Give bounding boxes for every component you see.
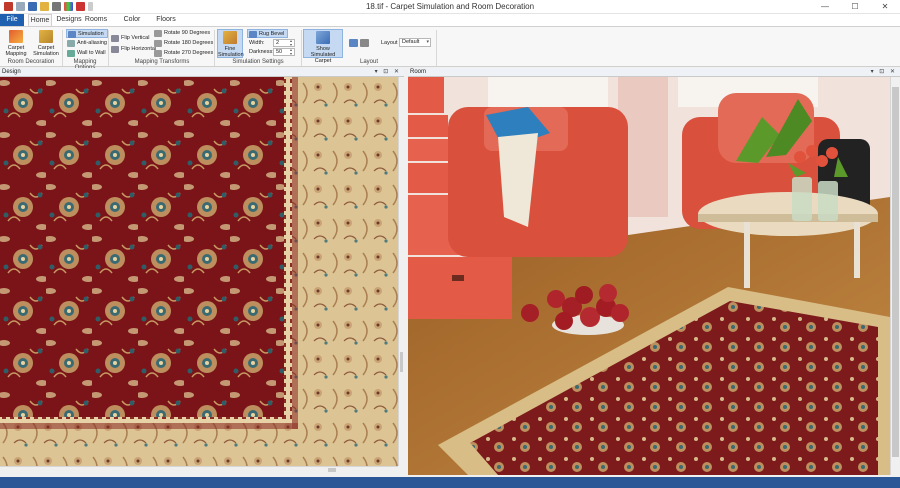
simulation-icon [68,31,76,38]
flip-horizontal-button[interactable]: Flip Horizontal [110,45,156,54]
layout-select[interactable]: Default ▾ [399,38,431,47]
design-canvas[interactable] [0,77,398,466]
anti-aliasing-toggle[interactable]: Anti-aliasing [66,39,107,48]
design-panel-title: Design [2,69,21,75]
layout-grid-icon[interactable] [360,39,369,47]
wall-to-wall-toggle[interactable]: Wall to Wall [66,49,106,58]
ribbon-tabs: File Home Designs Rooms Color Palette Fl… [0,14,900,35]
design-vscroll-thumb[interactable] [400,352,403,372]
show-simulated-carpet-button[interactable]: Show Simulated Carpet [303,29,343,64]
design-vertical-scrollbar[interactable] [398,77,404,466]
minimize-button[interactable]: — [810,0,840,13]
title-bar: 18.tif - Carpet Simulation and Room Deco… [0,0,900,14]
close-button[interactable]: ✕ [870,0,900,13]
tab-rooms[interactable]: Rooms [84,14,108,26]
room-panel-controls[interactable]: ▾ ⊡ ✕ [871,68,897,77]
darkness-spinner[interactable]: 50 [273,48,295,56]
carpet-mapping-icon [9,30,23,43]
rug-bevel-icon [249,31,257,38]
tab-color-palette[interactable]: Color Palette [112,14,152,35]
wall-to-wall-icon [67,50,75,57]
group-label-simulation-settings: Simulation Settings [232,59,284,65]
window-title: 18.tif - Carpet Simulation and Room Deco… [365,2,535,11]
flip-vertical-icon [111,35,119,42]
tab-home[interactable]: Home [28,14,52,26]
design-horizontal-scrollbar[interactable] [0,466,398,473]
carpet-mapping-button[interactable]: Carpet Mapping [2,29,30,58]
rotate-270-icon [154,50,162,57]
status-bar [0,477,900,488]
fine-simulation-icon [223,31,237,44]
width-spinner[interactable]: 2 [273,39,295,47]
anti-aliasing-icon [67,40,75,47]
tab-file[interactable]: File [0,14,24,26]
layout-label: Layout [381,40,398,46]
group-label-layout: Layout [359,59,378,65]
flip-horizontal-icon [111,46,119,53]
carpet-simulation-button[interactable]: Carpet Simulation [32,29,60,58]
rug-bevel-toggle[interactable]: Rug Bevel [247,29,289,38]
chevron-down-icon: ▾ [426,39,429,45]
room-panel-title: Room [410,69,427,75]
width-label: Width: [249,40,265,46]
layout-preset-icon[interactable] [349,39,358,47]
carpet-simulation-icon [39,30,53,43]
carpet-design-image [0,77,398,466]
room-canvas[interactable] [408,77,890,475]
rotate-180-icon [154,40,162,47]
room-panel-header: Room ▾ ⊡ ✕ [408,68,900,77]
design-panel-header: Design ▾ ⊡ ✕ [0,68,404,77]
tab-designs[interactable]: Designs [56,14,82,26]
design-hscroll-thumb[interactable] [328,468,336,472]
design-panel-controls[interactable]: ▾ ⊡ ✕ [375,68,401,77]
rotate-270-button[interactable]: Rotate 270 Degrees [153,49,213,58]
group-label-mapping-transforms: Mapping Transforms [134,59,190,65]
darkness-label: Darkness: [249,49,274,55]
tab-floors[interactable]: Floors [154,14,178,26]
room-vscroll-thumb[interactable] [892,87,899,457]
rotate-90-button[interactable]: Rotate 90 Degrees [153,29,210,38]
fine-simulation-button[interactable]: Fine Simulation [217,29,244,58]
rotate-90-icon [154,30,162,37]
maximize-button[interactable]: ☐ [840,0,870,13]
rotate-180-button[interactable]: Rotate 180 Degrees [153,39,213,48]
simulation-toggle[interactable]: Simulation [66,29,108,38]
show-simulated-carpet-icon [316,31,330,44]
group-label-room-decoration: Room Decoration [7,59,55,65]
flip-vertical-button[interactable]: Flip Vertical [110,34,149,43]
room-scene-image [408,77,890,475]
ribbon: Carpet Mapping Carpet Simulation Room De… [0,26,900,71]
room-vertical-scrollbar[interactable] [890,77,900,475]
